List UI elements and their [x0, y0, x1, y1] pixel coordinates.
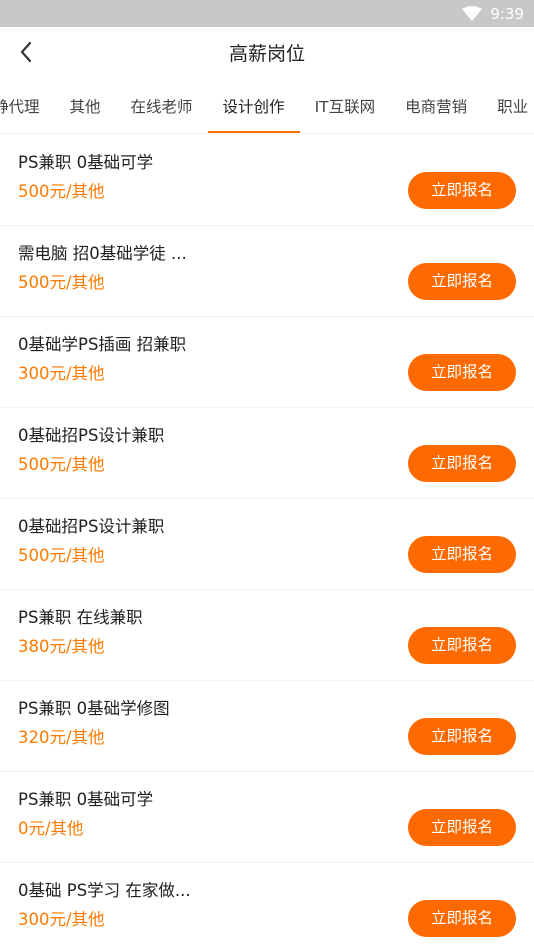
job-salary: 500元/其他	[18, 273, 105, 292]
title-bar: 高薪岗位	[0, 27, 534, 81]
job-salary: 500元/其他	[18, 455, 105, 474]
status-bar: 9:39	[0, 0, 534, 27]
apply-button[interactable]: 立即报名	[408, 627, 516, 664]
job-salary: 300元/其他	[18, 910, 105, 929]
job-item[interactable]: 0基础 PS学习 在家做... 300元/其他 立即报名	[0, 863, 534, 949]
job-title: 需电脑 招0基础学徒 ...	[18, 244, 187, 263]
job-item[interactable]: 需电脑 招0基础学徒 ... 500元/其他 立即报名	[0, 226, 534, 317]
status-time: 9:39	[490, 4, 524, 23]
job-item[interactable]: PS兼职 0基础可学 500元/其他 立即报名	[0, 135, 534, 226]
job-item[interactable]: 0基础招PS设计兼职 500元/其他 立即报名	[0, 408, 534, 499]
apply-button[interactable]: 立即报名	[408, 172, 516, 209]
tab-design[interactable]: 设计创作	[207, 81, 300, 133]
job-list: PS兼职 0基础可学 500元/其他 立即报名 需电脑 招0基础学徒 ... 5…	[0, 135, 534, 949]
job-salary: 380元/其他	[18, 637, 105, 656]
job-salary: 500元/其他	[18, 182, 105, 201]
apply-button[interactable]: 立即报名	[408, 536, 516, 573]
job-salary: 300元/其他	[18, 364, 105, 383]
tab-online-teacher[interactable]: 在线老师	[116, 81, 208, 133]
tab-career[interactable]: 职业	[482, 81, 534, 133]
tab-agent[interactable]: 静代理	[0, 81, 55, 133]
page-title: 高薪岗位	[228, 43, 305, 65]
back-arrow-icon	[19, 41, 33, 67]
job-salary: 320元/其他	[18, 728, 105, 747]
wifi-icon	[462, 6, 483, 21]
job-title: 0基础招PS设计兼职	[18, 517, 165, 536]
apply-button[interactable]: 立即报名	[408, 900, 516, 937]
apply-button[interactable]: 立即报名	[408, 718, 516, 755]
job-title: 0基础学PS插画 招兼职	[18, 335, 187, 354]
tab-ecommerce[interactable]: 电商营销	[390, 81, 482, 133]
apply-button[interactable]: 立即报名	[408, 354, 516, 391]
job-item[interactable]: PS兼职 0基础可学 0元/其他 立即报名	[0, 772, 534, 863]
job-item[interactable]: 0基础招PS设计兼职 500元/其他 立即报名	[0, 499, 534, 590]
job-salary: 500元/其他	[18, 546, 105, 565]
status-bar-right: 9:39	[462, 0, 524, 27]
job-title: 0基础招PS设计兼职	[18, 426, 165, 445]
apply-button[interactable]: 立即报名	[408, 809, 516, 846]
tab-other[interactable]: 其他	[55, 81, 116, 133]
job-item[interactable]: PS兼职 在线兼职 380元/其他 立即报名	[0, 590, 534, 681]
tab-it-internet[interactable]: IT互联网	[300, 81, 391, 133]
category-tabs-track: 静代理 其他 在线老师 设计创作 IT互联网 电商营销 职业	[0, 81, 534, 133]
job-title: PS兼职 0基础可学	[18, 790, 154, 809]
job-title: PS兼职 在线兼职	[18, 608, 143, 627]
job-salary: 0元/其他	[18, 819, 84, 838]
job-title: PS兼职 0基础可学	[18, 153, 154, 172]
apply-button[interactable]: 立即报名	[408, 445, 516, 482]
job-title: 0基础 PS学习 在家做...	[18, 881, 191, 900]
job-item[interactable]: 0基础学PS插画 招兼职 300元/其他 立即报名	[0, 317, 534, 408]
apply-button[interactable]: 立即报名	[408, 263, 516, 300]
category-tabs: 静代理 其他 在线老师 设计创作 IT互联网 电商营销 职业	[0, 81, 534, 134]
job-item[interactable]: PS兼职 0基础学修图 320元/其他 立即报名	[0, 681, 534, 772]
back-button[interactable]	[8, 36, 44, 72]
job-title: PS兼职 0基础学修图	[18, 699, 170, 718]
